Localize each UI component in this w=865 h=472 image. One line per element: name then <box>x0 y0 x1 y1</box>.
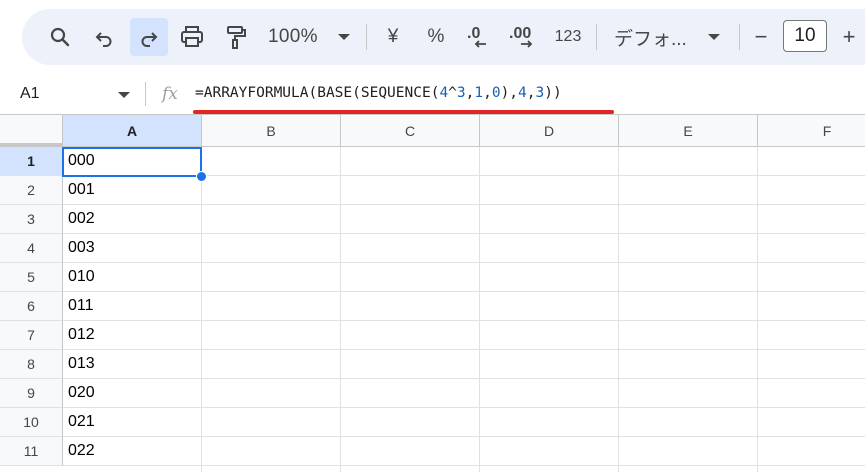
formula-token: ), <box>500 85 519 101</box>
formula-token: 1 <box>474 85 484 101</box>
gridline <box>479 147 480 472</box>
svg-text:.0: .0 <box>467 25 480 42</box>
formula-token: 3 <box>456 85 466 101</box>
paint-format-button[interactable] <box>220 22 252 52</box>
gridline <box>340 147 341 472</box>
search-icon <box>50 27 70 47</box>
chevron-down-icon <box>338 34 350 40</box>
search-menus-button[interactable] <box>44 22 76 52</box>
font-size-input[interactable]: 10 <box>783 20 827 52</box>
formula-token: 4 <box>439 85 449 101</box>
column-header-f[interactable]: F <box>758 115 865 147</box>
print-icon <box>181 26 203 47</box>
decrease-font-size-button[interactable]: − <box>748 22 774 52</box>
gridline <box>63 320 865 321</box>
column-header-b[interactable]: B <box>202 115 341 147</box>
row-header[interactable]: 7 <box>0 321 63 350</box>
chevron-down-icon[interactable] <box>118 92 130 98</box>
row-header[interactable]: 11 <box>0 437 63 466</box>
paint-format-icon <box>227 26 246 49</box>
cell-a8[interactable]: 013 <box>68 355 95 373</box>
active-cell-border <box>62 147 202 177</box>
row-header[interactable]: 1 <box>0 147 63 176</box>
spreadsheet-grid[interactable]: A B C D E F 1 000 2 001 3 002 4 003 5 010 6 011 7 012 8 013 9 0… <box>0 115 865 472</box>
decrease-decimal-button[interactable]: .0 <box>462 22 496 52</box>
formula-bar: A1 fx =ARRAYFORMULA(BASE(SEQUENCE(4^3,1,… <box>0 74 865 115</box>
cell-a6[interactable]: 011 <box>68 297 94 315</box>
gridline <box>63 378 865 379</box>
percent-format-button[interactable]: % <box>423 22 449 52</box>
increase-font-size-button[interactable]: + <box>836 22 862 52</box>
formula-input[interactable]: =ARRAYFORMULA(BASE(SEQUENCE(4^3,1,0),4,3… <box>195 85 562 101</box>
redo-icon <box>141 32 158 47</box>
currency-format-button[interactable]: ¥ <box>380 22 406 52</box>
cell-a7[interactable]: 012 <box>68 326 95 344</box>
cell-a2[interactable]: 001 <box>68 181 95 199</box>
cell-a9[interactable]: 020 <box>68 384 95 402</box>
row-header[interactable]: 10 <box>0 408 63 437</box>
zoom-dropdown[interactable] <box>334 22 354 52</box>
svg-text:fx: fx <box>161 84 178 104</box>
cell-a5[interactable]: 010 <box>68 268 95 286</box>
formula-highlight-underline <box>193 110 614 114</box>
gridline <box>63 436 865 437</box>
row-header[interactable]: 4 <box>0 234 63 263</box>
gridline <box>63 349 865 350</box>
cell-a4[interactable]: 003 <box>68 239 95 257</box>
decrease-decimal-icon: .0 <box>467 25 486 48</box>
column-header-a[interactable]: A <box>63 115 202 147</box>
gridline <box>63 233 865 234</box>
chevron-down-icon <box>708 34 720 40</box>
gridline <box>63 262 865 263</box>
fx-icon: fx <box>161 84 178 104</box>
fill-handle[interactable] <box>196 171 207 182</box>
print-button[interactable] <box>176 22 208 52</box>
formula-token: , <box>483 85 492 101</box>
font-family-select[interactable]: デフォ... <box>614 24 687 51</box>
formula-token: , <box>526 85 536 101</box>
formula-token: ^ <box>448 85 457 101</box>
toolbar-divider <box>739 24 740 50</box>
formula-token: 0 <box>491 85 501 101</box>
gridline <box>201 147 202 472</box>
formula-token: =ARRAYFORMULA(BASE(SEQUENCE( <box>195 85 440 101</box>
cell-a11[interactable]: 022 <box>68 442 95 460</box>
row-header[interactable]: 9 <box>0 379 63 408</box>
increase-decimal-button[interactable]: .00 <box>506 22 542 52</box>
gridline <box>757 147 758 472</box>
gridline <box>63 407 865 408</box>
formula-token: )) <box>544 85 562 101</box>
name-box[interactable]: A1 <box>20 85 40 103</box>
undo-icon <box>95 32 112 47</box>
toolbar: 100% ¥ % .0 .00 123 デフォ... − 10 + <box>0 0 865 74</box>
row-header[interactable]: 3 <box>0 205 63 234</box>
svg-text:.00: .00 <box>509 25 531 42</box>
row-header[interactable]: 2 <box>0 176 63 205</box>
number-format-button[interactable]: 123 <box>550 22 586 52</box>
column-header-e[interactable]: E <box>619 115 758 147</box>
row-header[interactable]: 5 <box>0 263 63 292</box>
zoom-value[interactable]: 100% <box>268 26 318 48</box>
undo-button[interactable] <box>88 22 120 52</box>
formula-token: 3 <box>535 85 545 101</box>
toolbar-divider <box>366 24 367 50</box>
gridline <box>63 204 865 205</box>
cell-a3[interactable]: 002 <box>68 210 95 228</box>
gridline <box>63 291 865 292</box>
row-header[interactable]: 6 <box>0 292 63 321</box>
column-header-d[interactable]: D <box>480 115 619 147</box>
cell-a10[interactable]: 021 <box>68 413 95 431</box>
gridline <box>63 465 865 466</box>
increase-decimal-icon: .00 <box>509 25 533 48</box>
column-header-c[interactable]: C <box>341 115 480 147</box>
formula-bar-divider <box>145 82 146 106</box>
toolbar-divider <box>596 24 597 50</box>
formula-token: 4 <box>518 85 527 101</box>
gridline <box>618 147 619 472</box>
font-dropdown[interactable] <box>704 22 724 52</box>
row-header[interactable]: 8 <box>0 350 63 379</box>
redo-button[interactable] <box>130 18 168 56</box>
select-all-corner[interactable] <box>0 115 63 147</box>
